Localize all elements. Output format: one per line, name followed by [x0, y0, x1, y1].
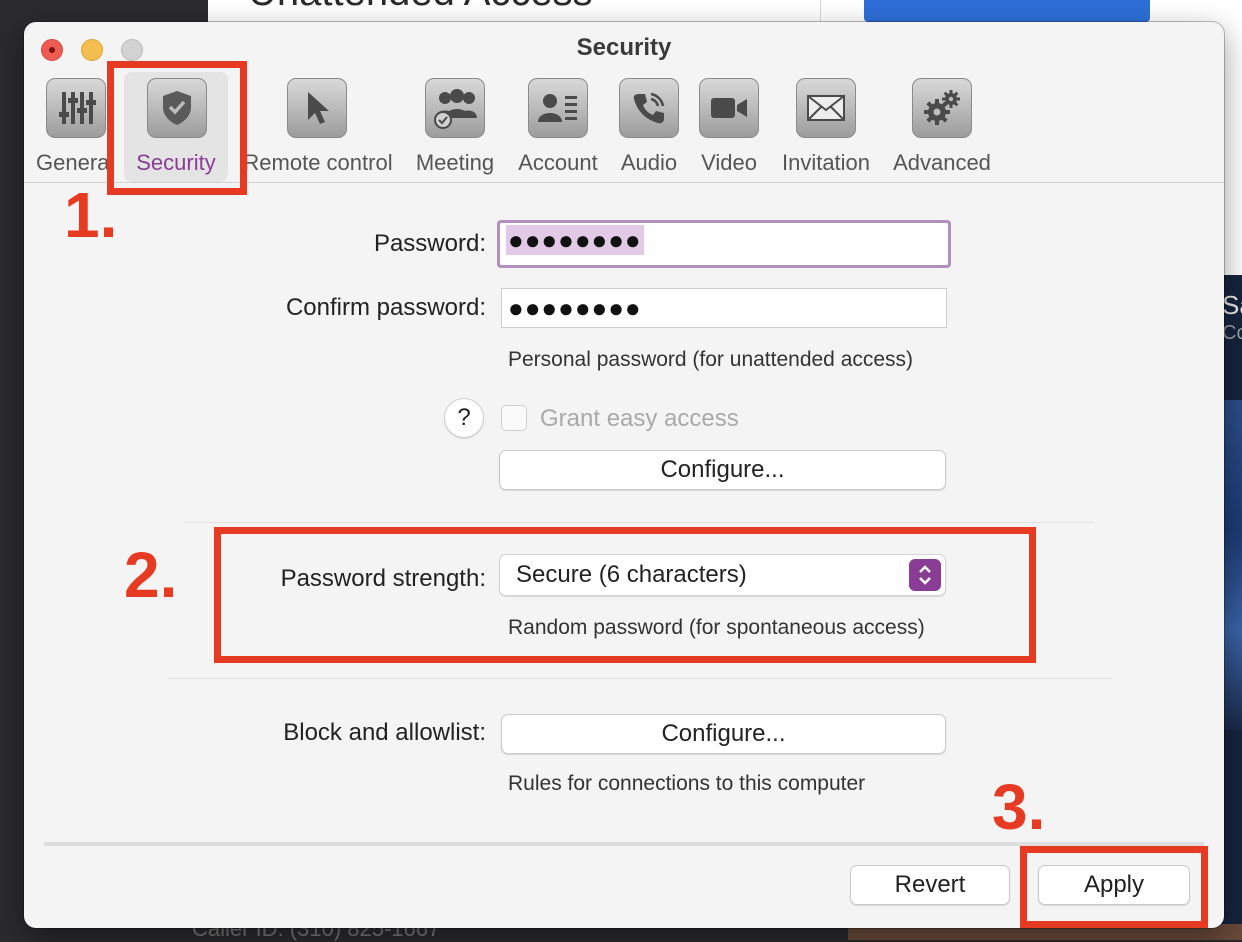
video-camera-icon — [699, 78, 759, 138]
section-separator — [168, 678, 1112, 679]
window-title: Security — [576, 34, 672, 61]
tab-remote-control[interactable]: Remote control — [238, 72, 398, 182]
background-heading: Unattended Access — [248, 0, 593, 15]
annotation-box-apply — [1020, 846, 1208, 928]
rules-hint: Rules for connections to this computer — [508, 772, 866, 795]
tab-video-label: Video — [701, 150, 757, 175]
confirm-password-label: Confirm password: — [285, 294, 486, 321]
people-group-icon — [425, 78, 485, 138]
background-blue-button — [864, 0, 1150, 22]
annotation-step-1: 1. — [64, 179, 118, 251]
cursor-arrow-icon — [287, 78, 347, 138]
tab-remote-control-label: Remote control — [243, 150, 393, 175]
tab-account[interactable]: Account — [510, 72, 606, 182]
contact-card-icon — [528, 78, 588, 138]
tab-advanced-label: Advanced — [893, 150, 991, 175]
tab-audio[interactable]: Audio — [614, 72, 684, 182]
tab-meeting-label: Meeting — [415, 150, 495, 175]
tab-audio-label: Audio — [620, 150, 678, 175]
background-right-subtext: Co — [1222, 322, 1242, 344]
block-allowlist-configure-button[interactable]: Configure... — [501, 714, 946, 754]
envelope-icon — [796, 78, 856, 138]
annotation-box-password-strength — [214, 527, 1036, 663]
confirm-password-field[interactable]: ●●●●●●●● — [501, 288, 947, 328]
phone-icon — [619, 78, 679, 138]
tab-general[interactable]: General — [28, 72, 118, 182]
gears-icon — [912, 78, 972, 138]
password-label: Password: — [373, 230, 486, 257]
background-artwork — [1222, 400, 1242, 730]
tab-account-label: Account — [518, 150, 598, 175]
background-right-text: Sa — [1222, 290, 1242, 320]
password-field[interactable]: ●●●●●●●● — [497, 220, 951, 268]
easy-access-configure-button[interactable]: Configure... — [499, 450, 946, 490]
tab-video[interactable]: Video — [692, 72, 766, 182]
tab-invitation-label: Invitation — [781, 150, 871, 175]
sliders-icon — [46, 78, 106, 138]
tab-advanced[interactable]: Advanced — [888, 72, 996, 182]
personal-password-hint: Personal password (for unattended access… — [508, 348, 914, 371]
grant-easy-access-label: Grant easy access — [540, 405, 739, 432]
background-divider — [820, 0, 821, 22]
annotation-step-2: 2. — [124, 539, 178, 611]
section-separator — [184, 522, 1094, 523]
block-allowlist-label: Block and allowlist: — [283, 719, 486, 746]
help-button[interactable]: ? — [444, 398, 484, 438]
grant-easy-access-checkbox[interactable] — [501, 405, 527, 431]
annotation-step-3: 3. — [992, 771, 1046, 843]
tab-meeting[interactable]: Meeting — [408, 72, 502, 182]
password-value: ●●●●●●●● — [506, 225, 644, 255]
tab-invitation[interactable]: Invitation — [774, 72, 878, 182]
tab-general-label: General — [36, 150, 112, 175]
annotation-box-security — [107, 61, 247, 195]
revert-button[interactable]: Revert — [850, 865, 1010, 905]
